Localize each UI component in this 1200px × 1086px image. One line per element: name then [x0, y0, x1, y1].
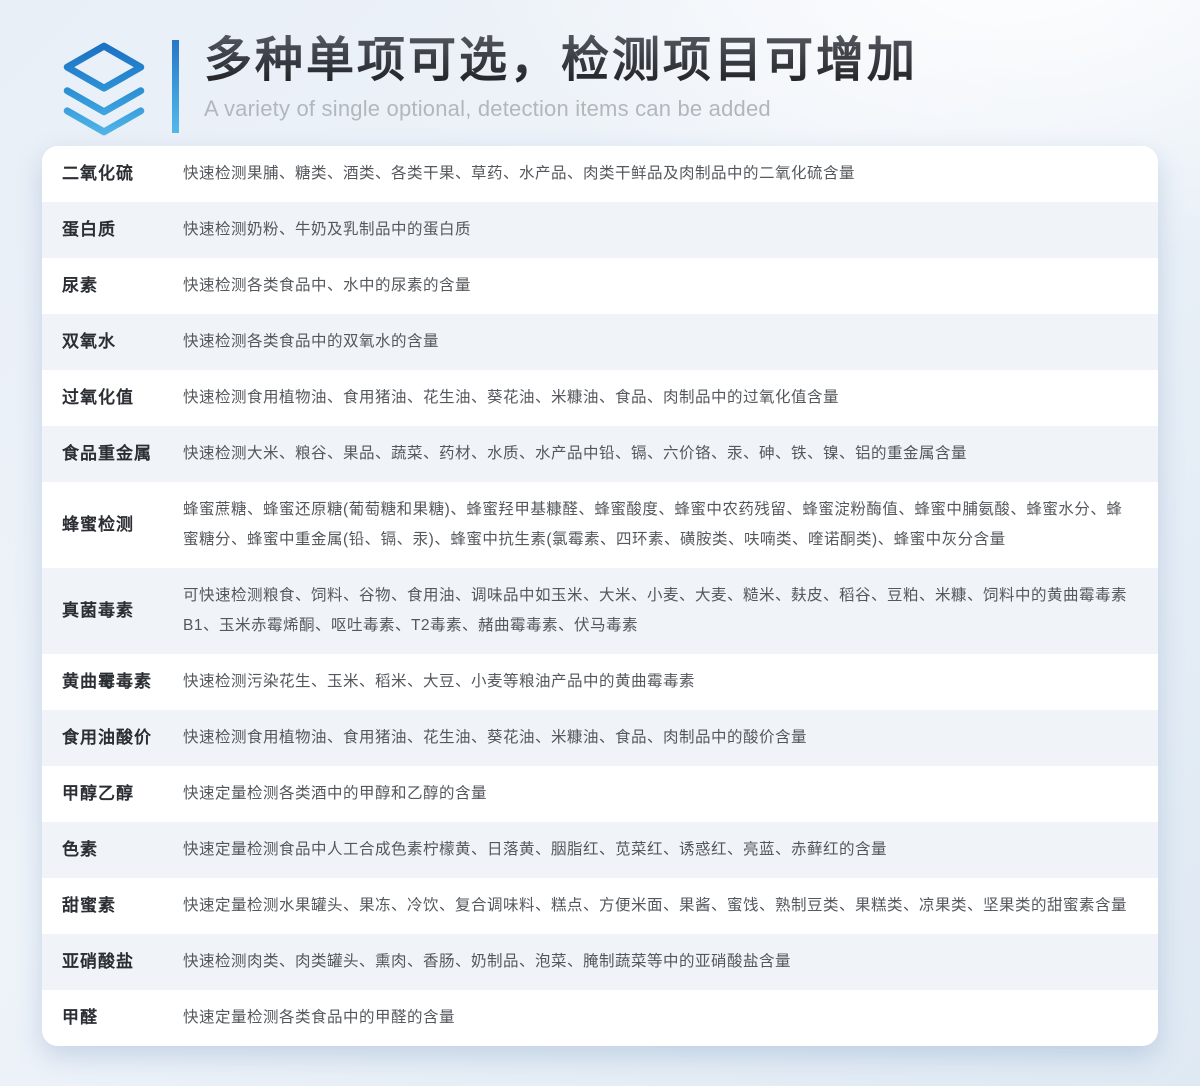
- table-row: 亚硝酸盐 快速检测肉类、肉类罐头、熏肉、香肠、奶制品、泡菜、腌制蔬菜等中的亚硝酸…: [42, 934, 1158, 990]
- item-description: 快速检测污染花生、玉米、稻米、大豆、小麦等粮油产品中的黄曲霉毒素: [183, 667, 1138, 697]
- page: 多种单项可选，检测项目可增加 A variety of single optio…: [0, 0, 1200, 1086]
- item-description: 快速定量检测各类食品中的甲醛的含量: [183, 1003, 1138, 1033]
- table-row: 甲醛 快速定量检测各类食品中的甲醛的含量: [42, 990, 1158, 1046]
- item-description: 快速定量检测食品中人工合成色素柠檬黄、日落黄、胭脂红、苋菜红、诱惑红、亮蓝、赤藓…: [183, 835, 1138, 865]
- item-description: 快速检测果脯、糖类、酒类、各类干果、草药、水产品、肉类干鲜品及肉制品中的二氧化硫…: [183, 159, 1138, 189]
- table-row: 甜蜜素 快速定量检测水果罐头、果冻、冷饮、复合调味料、糕点、方便米面、果酱、蜜饯…: [42, 878, 1158, 934]
- item-name: 甲醇乙醇: [62, 779, 183, 809]
- item-description: 蜂蜜蔗糖、蜂蜜还原糖(葡萄糖和果糖)、蜂蜜羟甲基糠醛、蜂蜜酸度、蜂蜜中农药残留、…: [183, 495, 1138, 555]
- item-name: 甲醛: [62, 1003, 183, 1033]
- item-name: 真菌毒素: [62, 596, 183, 626]
- accent-divider: [172, 40, 179, 133]
- header-text: 多种单项可选，检测项目可增加 A variety of single optio…: [204, 31, 918, 122]
- item-description: 快速检测各类食品中的双氧水的含量: [183, 327, 1138, 357]
- item-description: 快速检测奶粉、牛奶及乳制品中的蛋白质: [183, 215, 1138, 245]
- item-name: 蜂蜜检测: [62, 510, 183, 540]
- item-name: 食用油酸价: [62, 723, 183, 753]
- table-row: 黄曲霉毒素 快速检测污染花生、玉米、稻米、大豆、小麦等粮油产品中的黄曲霉毒素: [42, 654, 1158, 710]
- item-description: 快速定量检测水果罐头、果冻、冷饮、复合调味料、糕点、方便米面、果酱、蜜饯、熟制豆…: [183, 891, 1138, 921]
- page-subtitle: A variety of single optional, detection …: [204, 96, 918, 122]
- page-title: 多种单项可选，检测项目可增加: [204, 31, 918, 91]
- item-name: 过氧化值: [62, 383, 183, 413]
- item-description: 快速检测大米、粮谷、果品、蔬菜、药材、水质、水产品中铅、镉、六价铬、汞、砷、铁、…: [183, 439, 1138, 469]
- item-name: 二氧化硫: [62, 159, 183, 189]
- item-name: 色素: [62, 835, 183, 865]
- layers-icon: [60, 40, 148, 138]
- item-name: 双氧水: [62, 327, 183, 357]
- item-description: 快速定量检测各类酒中的甲醇和乙醇的含量: [183, 779, 1138, 809]
- table-row: 二氧化硫 快速检测果脯、糖类、酒类、各类干果、草药、水产品、肉类干鲜品及肉制品中…: [42, 146, 1158, 202]
- table-row: 尿素 快速检测各类食品中、水中的尿素的含量: [42, 258, 1158, 314]
- table-row: 双氧水 快速检测各类食品中的双氧水的含量: [42, 314, 1158, 370]
- table-row: 真菌毒素 可快速检测粮食、饲料、谷物、食用油、调味品中如玉米、大米、小麦、大麦、…: [42, 568, 1158, 654]
- item-description: 快速检测食用植物油、食用猪油、花生油、葵花油、米糠油、食品、肉制品中的酸价含量: [183, 723, 1138, 753]
- table-row: 蜂蜜检测 蜂蜜蔗糖、蜂蜜还原糖(葡萄糖和果糖)、蜂蜜羟甲基糠醛、蜂蜜酸度、蜂蜜中…: [42, 482, 1158, 568]
- item-description: 可快速检测粮食、饲料、谷物、食用油、调味品中如玉米、大米、小麦、大麦、糙米、麸皮…: [183, 581, 1138, 641]
- table-row: 过氧化值 快速检测食用植物油、食用猪油、花生油、葵花油、米糠油、食品、肉制品中的…: [42, 370, 1158, 426]
- table-row: 食品重金属 快速检测大米、粮谷、果品、蔬菜、药材、水质、水产品中铅、镉、六价铬、…: [42, 426, 1158, 482]
- table-row: 蛋白质 快速检测奶粉、牛奶及乳制品中的蛋白质: [42, 202, 1158, 258]
- item-description: 快速检测食用植物油、食用猪油、花生油、葵花油、米糠油、食品、肉制品中的过氧化值含…: [183, 383, 1138, 413]
- item-name: 食品重金属: [62, 439, 183, 469]
- item-description: 快速检测肉类、肉类罐头、熏肉、香肠、奶制品、泡菜、腌制蔬菜等中的亚硝酸盐含量: [183, 947, 1138, 977]
- item-name: 尿素: [62, 271, 183, 301]
- table-row: 色素 快速定量检测食品中人工合成色素柠檬黄、日落黄、胭脂红、苋菜红、诱惑红、亮蓝…: [42, 822, 1158, 878]
- item-name: 蛋白质: [62, 215, 183, 245]
- item-name: 黄曲霉毒素: [62, 667, 183, 697]
- item-description: 快速检测各类食品中、水中的尿素的含量: [183, 271, 1138, 301]
- detection-items-table: 二氧化硫 快速检测果脯、糖类、酒类、各类干果、草药、水产品、肉类干鲜品及肉制品中…: [42, 146, 1158, 1046]
- table-row: 甲醇乙醇 快速定量检测各类酒中的甲醇和乙醇的含量: [42, 766, 1158, 822]
- header: 多种单项可选，检测项目可增加 A variety of single optio…: [0, 0, 1200, 138]
- item-name: 亚硝酸盐: [62, 947, 183, 977]
- item-name: 甜蜜素: [62, 891, 183, 921]
- table-row: 食用油酸价 快速检测食用植物油、食用猪油、花生油、葵花油、米糠油、食品、肉制品中…: [42, 710, 1158, 766]
